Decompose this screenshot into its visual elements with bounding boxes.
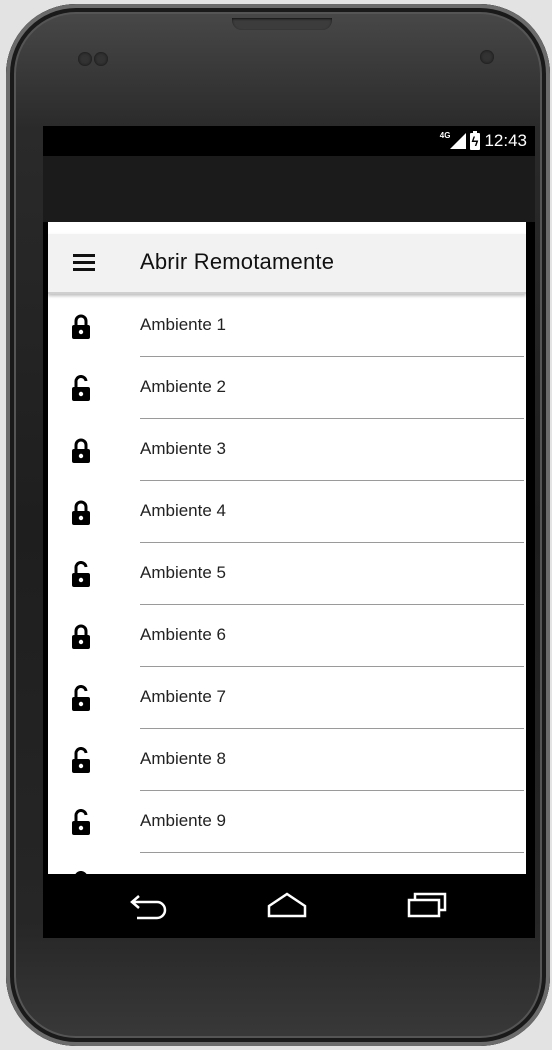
ambiente-row[interactable]: Ambiente 7 — [48, 667, 526, 729]
home-icon[interactable] — [265, 890, 309, 920]
lock-open-icon — [72, 747, 90, 773]
sensor-dot — [94, 52, 108, 66]
back-icon[interactable] — [127, 890, 171, 920]
lock-closed-icon — [72, 314, 90, 339]
window-title-bar — [43, 156, 535, 222]
battery-charging-icon: ϟ — [470, 130, 481, 150]
app-bar: Abrir Remotamente — [48, 234, 526, 294]
sensor-dot — [78, 52, 92, 66]
status-time: 12:43 — [484, 131, 527, 150]
ambiente-row[interactable]: Ambiente 8 — [48, 729, 526, 791]
ambiente-label: Ambiente 3 — [140, 439, 226, 458]
ambiente-row[interactable]: Ambiente 3 — [48, 419, 526, 481]
ambiente-row[interactable]: Ambiente 9 — [48, 791, 526, 853]
lock-closed-icon — [72, 624, 90, 649]
ambiente-label: Ambiente 2 — [140, 377, 226, 396]
front-camera — [480, 50, 494, 64]
lock-open-icon — [72, 685, 90, 711]
device-screen: 4G ϟ 12:43 Abrir Remotamente Ambiente 1A… — [43, 126, 535, 938]
network-type: 4G — [439, 131, 451, 140]
ambiente-row[interactable]: Ambiente 4 — [48, 481, 526, 543]
recents-icon[interactable] — [405, 890, 449, 920]
ambiente-row[interactable]: Ambiente 5 — [48, 543, 526, 605]
ambiente-row[interactable] — [48, 853, 526, 874]
status-bar: 4G ϟ 12:43 — [43, 126, 535, 156]
lock-open-icon — [72, 561, 90, 587]
navigation-bar — [43, 874, 535, 938]
ambiente-label: Ambiente 9 — [140, 811, 226, 830]
lock-closed-icon — [72, 500, 90, 525]
lock-open-icon — [72, 809, 90, 835]
page-title: Abrir Remotamente — [140, 249, 335, 274]
ambiente-label: Ambiente 8 — [140, 749, 226, 768]
lock-closed-icon — [72, 438, 90, 463]
ambiente-label: Ambiente 6 — [140, 625, 226, 644]
ambiente-list: Ambiente 1 Ambiente 2 Ambiente 3 Ambiente 4… — [48, 295, 526, 874]
signal-icon — [450, 133, 467, 149]
phone-frame: 4G ϟ 12:43 Abrir Remotamente Ambiente 1A… — [6, 4, 550, 1046]
app-content: Abrir Remotamente Ambiente 1 Ambiente 2 Am… — [48, 222, 526, 874]
earpiece-speaker — [232, 18, 332, 30]
hamburger-menu-icon[interactable] — [73, 254, 95, 271]
ambiente-row[interactable]: Ambiente 6 — [48, 605, 526, 667]
ambiente-label: Ambiente 1 — [140, 315, 226, 334]
ambiente-row[interactable]: Ambiente 2 — [48, 357, 526, 419]
ambiente-label: Ambiente 4 — [140, 501, 226, 520]
ambiente-label: Ambiente 5 — [140, 563, 226, 582]
lock-open-icon — [72, 375, 90, 401]
ambiente-label: Ambiente 7 — [140, 687, 226, 706]
ambiente-row[interactable]: Ambiente 1 — [48, 295, 526, 357]
